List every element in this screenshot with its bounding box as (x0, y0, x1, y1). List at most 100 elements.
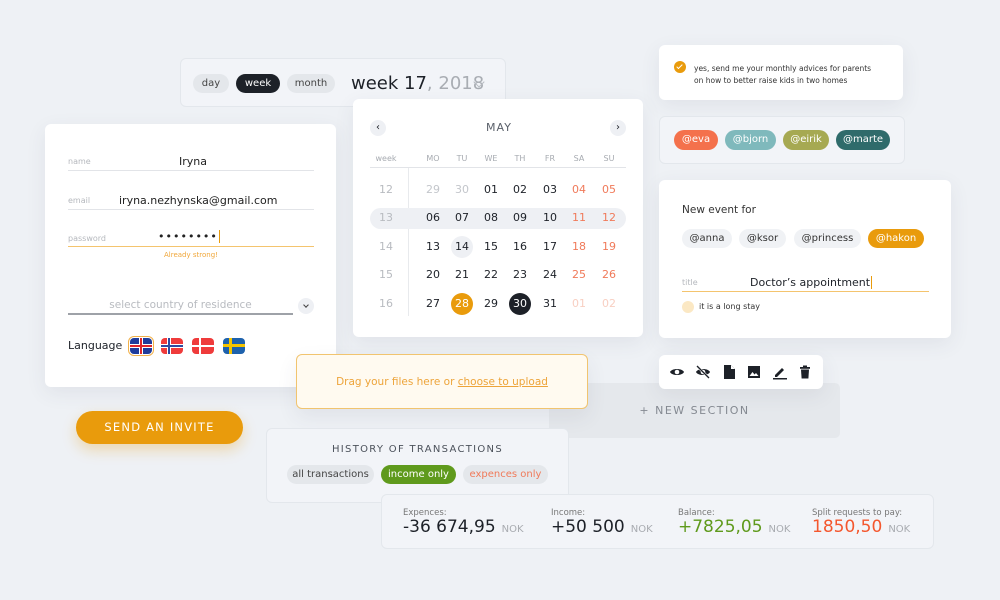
sweden-flag[interactable] (223, 338, 245, 354)
calendar-day[interactable]: 30 (447, 179, 477, 201)
checkbox-checked-icon[interactable] (674, 61, 686, 73)
email-input[interactable]: iryna.nezhynska@gmail.com (119, 194, 277, 207)
week-number[interactable]: 12 (371, 179, 401, 201)
week-column-header: week (375, 154, 397, 163)
calendar-day[interactable]: 05 (594, 179, 624, 201)
calendar-day[interactable]: 12 (594, 207, 624, 229)
calendar-day[interactable]: 24 (535, 264, 565, 286)
choose-upload-link[interactable]: choose to upload (458, 376, 548, 388)
calendar-day[interactable]: 01 (564, 293, 594, 315)
weekday-header: TU (456, 154, 468, 163)
calendar-day[interactable]: 22 (476, 264, 506, 286)
prev-month-button[interactable]: ‹ (370, 120, 386, 136)
calendar-day[interactable]: 16 (505, 236, 535, 258)
pencil-icon[interactable] (772, 364, 788, 380)
user-tag-eirik[interactable]: @eirik (783, 130, 829, 150)
person-princess[interactable]: @princess (794, 229, 861, 248)
event-title-underline (682, 291, 929, 292)
event-title-input[interactable]: Doctor’s appointment (750, 276, 873, 289)
send-invite-button[interactable]: SEND AN INVITE (76, 411, 243, 444)
calendar-day[interactable]: 13 (418, 236, 448, 258)
calendar-day[interactable]: 20 (418, 264, 448, 286)
long-stay-checkbox[interactable] (682, 301, 694, 313)
calendar-day[interactable]: 29 (476, 293, 506, 315)
password-input[interactable]: •••••••• (158, 230, 220, 243)
calendar-day[interactable]: 31 (535, 293, 565, 315)
denmark-flag[interactable] (192, 338, 214, 354)
language-label: Language (68, 339, 123, 352)
week-number[interactable]: 13 (371, 207, 401, 229)
image-icon[interactable] (746, 364, 762, 380)
tab-month[interactable]: month (287, 74, 335, 93)
user-tag-eva[interactable]: @eva (674, 130, 718, 150)
new-section-button[interactable]: + NEW SECTION (549, 383, 840, 438)
user-tag-bjorn[interactable]: @bjorn (725, 130, 776, 150)
country-select[interactable]: select country of residence (68, 299, 293, 311)
uk-flag[interactable] (128, 336, 154, 356)
person-ksor[interactable]: @ksor (739, 229, 786, 248)
amount: -36 674,95 (403, 517, 496, 537)
week-number[interactable]: 16 (371, 293, 401, 315)
email-label: email (68, 196, 91, 205)
calendar-day[interactable]: 15 (476, 236, 506, 258)
calendar-day[interactable]: 23 (505, 264, 535, 286)
summary-value: +50 500 NOK (551, 517, 653, 537)
calendar-day[interactable]: 01 (476, 179, 506, 201)
calendar-day[interactable]: 27 (418, 293, 448, 315)
calendar-day[interactable]: 07 (447, 207, 477, 229)
currency: NOK (768, 524, 791, 535)
name-input[interactable]: Iryna (179, 155, 207, 168)
summary-value: +7825,05 NOK (678, 517, 790, 537)
calendar-month: MAY (486, 121, 512, 134)
country-dropdown-button[interactable] (298, 298, 314, 314)
calendar-day[interactable]: 21 (447, 264, 477, 286)
next-month-button[interactable]: › (610, 120, 626, 136)
file-drop-zone[interactable]: Drag your files here or choose to upload (296, 354, 588, 409)
long-stay-label: it is a long stay (699, 302, 761, 311)
weekday-header: TH (514, 154, 526, 163)
email-underline (68, 209, 314, 210)
calendar-day[interactable]: 03 (535, 179, 565, 201)
summary-value: -36 674,95 NOK (403, 517, 524, 537)
tab-day[interactable]: day (193, 74, 229, 93)
summary-value: 1850,50 NOK (812, 517, 910, 537)
file-icon[interactable] (721, 364, 737, 380)
weekday-header: MO (426, 154, 440, 163)
calendar-day[interactable]: 29 (418, 179, 448, 201)
period-title[interactable]: week 17, 2018 (351, 73, 484, 94)
calendar-day[interactable]: 14 (451, 236, 473, 258)
currency: NOK (630, 524, 653, 535)
name-label: name (68, 157, 91, 166)
calendar-day[interactable]: 04 (564, 179, 594, 201)
trash-icon[interactable] (797, 364, 813, 380)
eye-icon[interactable] (669, 364, 685, 380)
tab-week[interactable]: week (236, 74, 280, 93)
password-hint: Already strong! (164, 251, 218, 259)
person-hakon[interactable]: @hakon (868, 229, 924, 248)
week-number[interactable]: 15 (371, 264, 401, 286)
calendar-day[interactable]: 08 (476, 207, 506, 229)
calendar-day[interactable]: 09 (505, 207, 535, 229)
filter-all-transactions[interactable]: all transactions (287, 465, 374, 484)
calendar-day[interactable]: 26 (594, 264, 624, 286)
password-underline (68, 246, 314, 247)
filter-expences-only[interactable]: expences only (463, 465, 548, 484)
calendar-day[interactable]: 17 (535, 236, 565, 258)
calendar-day[interactable]: 28 (451, 293, 473, 315)
norway-flag[interactable] (161, 338, 183, 354)
calendar-day[interactable]: 19 (594, 236, 624, 258)
weekday-header: FR (544, 154, 556, 163)
calendar-day[interactable]: 10 (535, 207, 565, 229)
calendar-day[interactable]: 02 (505, 179, 535, 201)
calendar-day[interactable]: 02 (594, 293, 624, 315)
user-tag-marte[interactable]: @marte (836, 130, 890, 150)
calendar-day[interactable]: 06 (418, 207, 448, 229)
person-anna[interactable]: @anna (682, 229, 732, 248)
eye-off-icon[interactable] (695, 364, 711, 380)
calendar-day[interactable]: 18 (564, 236, 594, 258)
calendar-day[interactable]: 11 (564, 207, 594, 229)
calendar-day[interactable]: 25 (564, 264, 594, 286)
calendar-day[interactable]: 30 (509, 293, 531, 315)
week-number[interactable]: 14 (371, 236, 401, 258)
filter-income-only[interactable]: income only (381, 465, 456, 484)
